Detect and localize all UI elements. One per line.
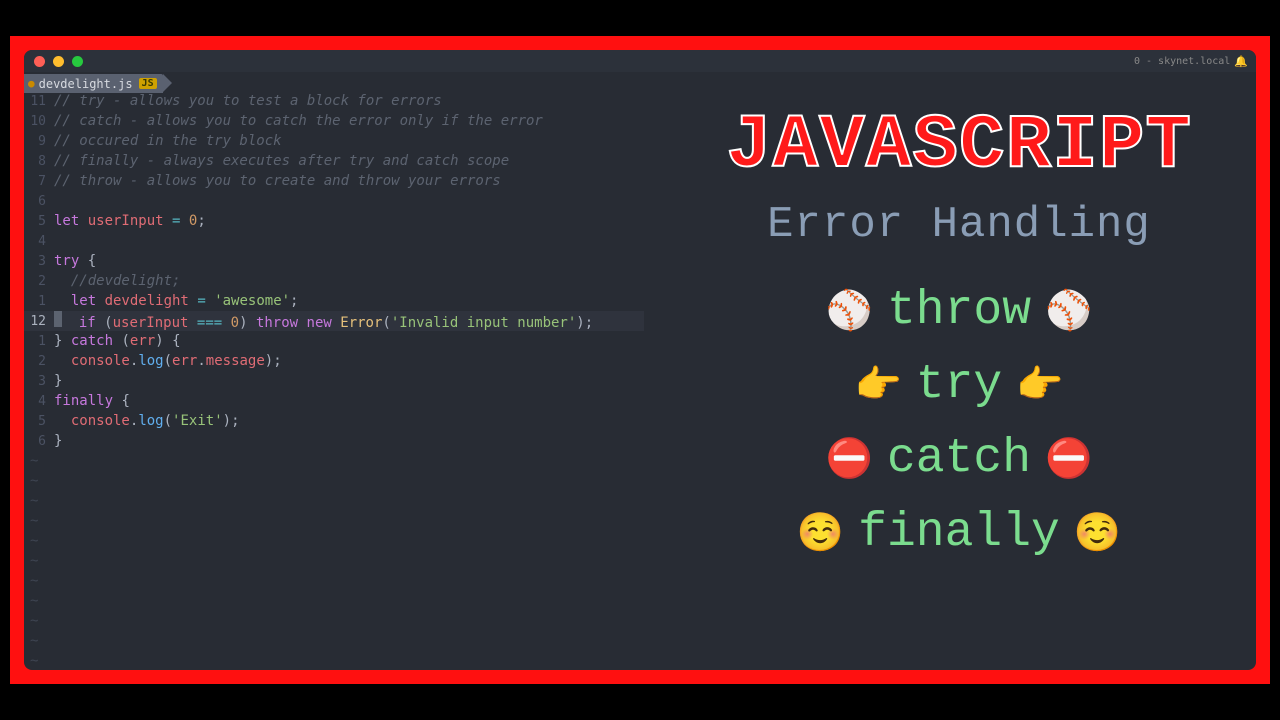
minimize-icon[interactable]: [53, 56, 64, 67]
line-number: 3: [24, 254, 54, 269]
code-content: // occured in the try block: [54, 133, 282, 149]
code-line[interactable]: 8// finally - always executes after try …: [24, 151, 644, 171]
cursor-icon: [54, 311, 62, 327]
code-line[interactable]: 7// throw - allows you to create and thr…: [24, 171, 644, 191]
line-number: 8: [24, 154, 54, 169]
throw-emoji-right: ⚾: [1045, 289, 1092, 333]
bell-icon: 🔔: [1234, 55, 1248, 68]
code-line[interactable]: 9// occured in the try block: [24, 131, 644, 151]
keyword-row-catch: ⛔ catch ⛔: [664, 432, 1254, 486]
modified-dot-icon: ●: [28, 77, 35, 90]
line-number: 11: [24, 94, 54, 109]
empty-line-tilde: ~: [24, 571, 644, 591]
line-number: 12: [24, 314, 54, 329]
code-line[interactable]: 3try {: [24, 251, 644, 271]
code-content: // finally - always executes after try a…: [54, 153, 509, 169]
code-line[interactable]: 4: [24, 231, 644, 251]
empty-line-tilde: ~: [24, 611, 644, 631]
catch-emoji-right: ⛔: [1045, 437, 1092, 481]
overlay-subtitle: Error Handling: [664, 200, 1254, 250]
code-content: try {: [54, 253, 96, 269]
code-line[interactable]: 6}: [24, 431, 644, 451]
line-number: 2: [24, 274, 54, 289]
empty-line-tilde: ~: [24, 531, 644, 551]
red-frame: 0 - skynet.local 🔔 ● devdelight.js JS 11…: [10, 36, 1270, 684]
finally-emoji-left: ☺️: [797, 511, 844, 555]
code-line[interactable]: 10// catch - allows you to catch the err…: [24, 111, 644, 131]
line-number: 5: [24, 414, 54, 429]
keyword-row-throw: ⚾ throw ⚾: [664, 284, 1254, 338]
empty-line-tilde: ~: [24, 451, 644, 471]
overlay-title: JAVASCRIPT: [664, 108, 1254, 184]
try-emoji-left: 👉: [854, 363, 901, 407]
code-line[interactable]: 11// try - allows you to test a block fo…: [24, 91, 644, 111]
editor-window: 0 - skynet.local 🔔 ● devdelight.js JS 11…: [24, 50, 1256, 670]
line-number: 10: [24, 114, 54, 129]
keyword-row-try: 👉 try 👉: [664, 358, 1254, 412]
page-root: 0 - skynet.local 🔔 ● devdelight.js JS 11…: [0, 0, 1280, 720]
code-line[interactable]: 4finally {: [24, 391, 644, 411]
empty-line-tilde: ~: [24, 471, 644, 491]
empty-line-tilde: ~: [24, 591, 644, 611]
keyword-finally: finally: [858, 506, 1060, 560]
code-content: } catch (err) {: [54, 333, 181, 349]
code-content: // try - allows you to test a block for …: [54, 93, 442, 109]
line-number: 7: [24, 174, 54, 189]
code-line[interactable]: 2 console.log(err.message);: [24, 351, 644, 371]
code-line[interactable]: 3}: [24, 371, 644, 391]
code-line[interactable]: 5let userInput = 0;: [24, 211, 644, 231]
tab-filename: devdelight.js: [39, 77, 133, 91]
code-line[interactable]: 5 console.log('Exit');: [24, 411, 644, 431]
line-number: 4: [24, 234, 54, 249]
code-content: let userInput = 0;: [54, 213, 206, 229]
code-line[interactable]: 2 //devdelight;: [24, 271, 644, 291]
empty-line-tilde: ~: [24, 631, 644, 651]
finally-emoji-right: ☺️: [1074, 511, 1121, 555]
code-line[interactable]: 1 let devdelight = 'awesome';: [24, 291, 644, 311]
code-content: console.log('Exit');: [54, 413, 240, 429]
empty-line-tilde: ~: [24, 491, 644, 511]
host-text: 0 - skynet.local: [1134, 56, 1230, 67]
host-label: 0 - skynet.local 🔔: [1134, 55, 1248, 68]
line-number: 2: [24, 354, 54, 369]
close-icon[interactable]: [34, 56, 45, 67]
empty-line-tilde: ~: [24, 511, 644, 531]
code-content: }: [54, 433, 62, 449]
window-titlebar: 0 - skynet.local 🔔: [24, 50, 1256, 72]
catch-emoji-left: ⛔: [826, 437, 873, 481]
js-badge: JS: [139, 78, 157, 89]
keyword-catch: catch: [887, 432, 1031, 486]
code-line[interactable]: 6: [24, 191, 644, 211]
line-number: 4: [24, 394, 54, 409]
code-content: let devdelight = 'awesome';: [54, 293, 298, 309]
code-content: }: [54, 373, 62, 389]
code-line[interactable]: 12 if (userInput === 0) throw new Error(…: [24, 311, 644, 331]
code-content: // throw - allows you to create and thro…: [54, 173, 501, 189]
line-number: 9: [24, 134, 54, 149]
keyword-try: try: [916, 358, 1002, 412]
code-content: console.log(err.message);: [54, 353, 282, 369]
code-content: // catch - allows you to catch the error…: [54, 113, 543, 129]
code-line[interactable]: 1} catch (err) {: [24, 331, 644, 351]
line-number: 1: [24, 294, 54, 309]
keyword-row-finally: ☺️ finally ☺️: [664, 506, 1254, 560]
throw-emoji-left: ⚾: [826, 289, 873, 333]
code-content: //devdelight;: [54, 273, 180, 289]
code-editor[interactable]: 11// try - allows you to test a block fo…: [24, 91, 644, 670]
tab-strip: ● devdelight.js JS: [24, 72, 1256, 91]
maximize-icon[interactable]: [72, 56, 83, 67]
line-number: 1: [24, 334, 54, 349]
title-overlay: JAVASCRIPT Error Handling ⚾ throw ⚾ 👉 try 👉 ⛔ c…: [664, 108, 1254, 560]
keyword-throw: throw: [887, 284, 1031, 338]
empty-line-tilde: ~: [24, 651, 644, 670]
empty-line-tilde: ~: [24, 551, 644, 571]
code-content: if (userInput === 0) throw new Error('In…: [54, 311, 593, 331]
line-number: 5: [24, 214, 54, 229]
line-number: 3: [24, 374, 54, 389]
line-number: 6: [24, 434, 54, 449]
code-content: finally {: [54, 393, 130, 409]
line-number: 6: [24, 194, 54, 209]
try-emoji-right: 👉: [1016, 363, 1063, 407]
